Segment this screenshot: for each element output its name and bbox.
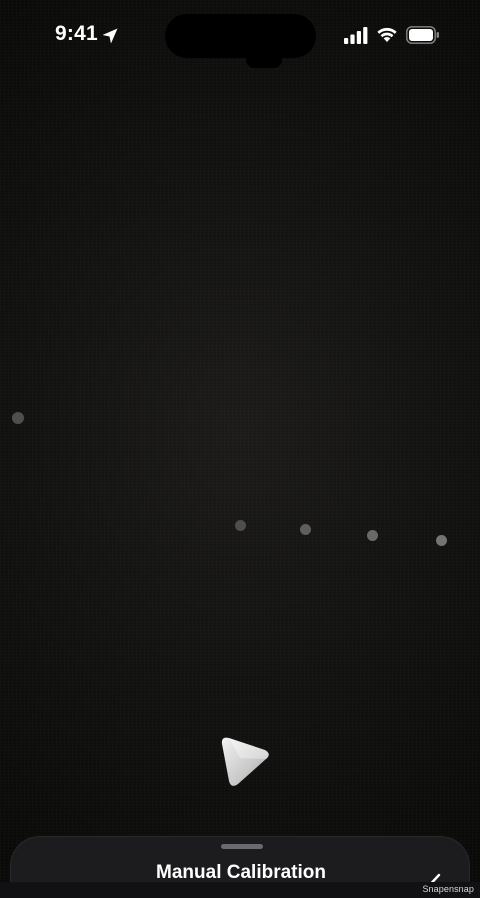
triangle-pointer-icon[interactable]	[212, 728, 276, 792]
sheet-title: Manual Calibration	[156, 862, 326, 883]
battery-icon	[406, 26, 439, 44]
watermark-bar: Snapensnap	[0, 882, 480, 898]
cellular-signal-icon	[344, 27, 368, 44]
calibration-dot[interactable]	[12, 412, 24, 424]
sheet-grabber[interactable]	[221, 844, 263, 849]
calibration-dot[interactable]	[235, 520, 246, 531]
location-arrow-icon	[102, 28, 118, 44]
dynamic-island	[165, 14, 316, 58]
calibration-dot[interactable]	[436, 535, 447, 546]
calibration-screen: 9:41 Manual Calibration Snapensnap	[0, 0, 480, 898]
calibration-dot[interactable]	[367, 530, 378, 541]
status-bar: 9:41	[0, 0, 480, 72]
camera-notch	[246, 52, 282, 68]
calibration-dot[interactable]	[300, 524, 311, 535]
watermark-text: Snapensnap	[422, 884, 474, 894]
wifi-icon	[377, 27, 397, 42]
status-time: 9:41	[55, 22, 98, 45]
